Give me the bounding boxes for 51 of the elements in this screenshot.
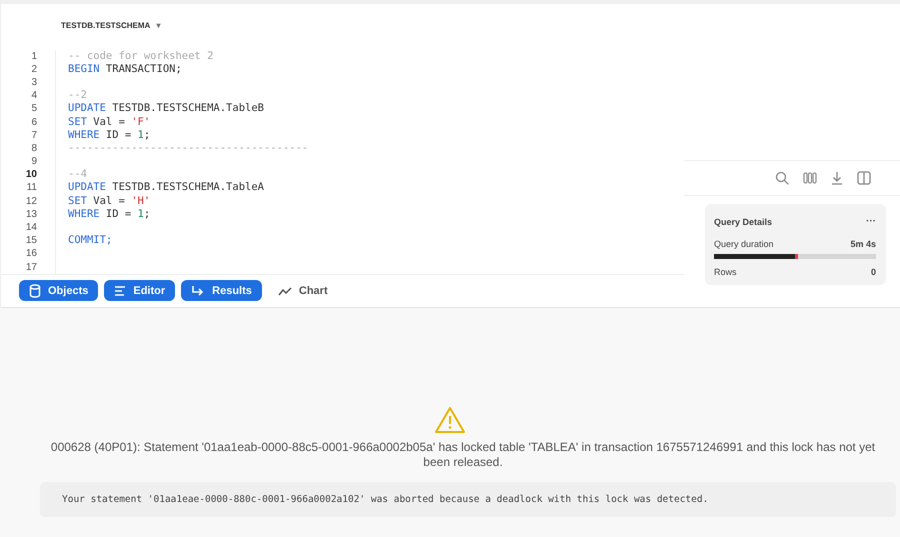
pane-toggle-button[interactable]: Objects bbox=[19, 280, 98, 302]
code-line: WHERE ID = 1; bbox=[68, 208, 150, 222]
code-line: -- code for worksheet 2 bbox=[68, 50, 214, 63]
line-number: 9 bbox=[1, 155, 56, 168]
error-detail: Your statement '01aa1eae-0000-880c-0001-966a0002a102' was aborted because a deadlock with this lock was detected. bbox=[40, 482, 896, 517]
line-number: 14 bbox=[1, 221, 56, 234]
pane-toggle-button[interactable]: Editor bbox=[104, 280, 176, 302]
code-line: -------------------------------------- bbox=[68, 142, 308, 156]
card-title: Query Details bbox=[714, 216, 772, 226]
code-line: WHERE ID = 1; bbox=[68, 128, 150, 142]
line-number: 5 bbox=[1, 102, 56, 116]
line-number: 4 bbox=[1, 89, 56, 102]
schema-selector[interactable]: TESTDB.TESTSCHEMA ▾ bbox=[61, 20, 160, 30]
search-icon bbox=[775, 171, 789, 185]
line-chart-icon bbox=[278, 286, 292, 296]
pane-toggle-button[interactable]: Chart bbox=[268, 280, 338, 302]
stat-label: Query duration bbox=[714, 239, 774, 249]
line-number: 8 bbox=[1, 142, 56, 156]
line-number: 10 bbox=[1, 168, 56, 182]
line-number: 2 bbox=[1, 62, 56, 76]
columns-icon bbox=[803, 172, 817, 184]
code-line: UPDATE TESTDB.TESTSCHEMA.TableA bbox=[68, 181, 264, 195]
line-number: 3 bbox=[1, 76, 56, 90]
line-number: 1 bbox=[1, 50, 56, 63]
warning-icon bbox=[434, 406, 466, 434]
line-number: 15 bbox=[1, 234, 56, 248]
error-message: 000628 (40P01): Statement '01aa1eab-0000-88c5-0001-966a0002b05a' has locked table 'TABLEA' in transaction 1675571246991 and this lock has not yet been released. bbox=[50, 440, 876, 470]
lines-icon bbox=[114, 284, 126, 297]
pane-toggle-button[interactable]: Results bbox=[181, 280, 262, 302]
code-line: SET Val = 'F' bbox=[68, 116, 150, 129]
database-icon bbox=[29, 284, 41, 298]
download-icon bbox=[831, 171, 843, 185]
stat-value: 0 bbox=[870, 267, 876, 277]
stat-label: Rows bbox=[714, 267, 737, 277]
more-button[interactable]: ··· bbox=[866, 216, 876, 227]
code-line: COMMIT; bbox=[68, 234, 112, 248]
code-line: UPDATE TESTDB.TESTSCHEMA.TableB bbox=[68, 102, 264, 116]
turn-arrow-icon bbox=[191, 284, 206, 297]
line-number: 13 bbox=[1, 208, 56, 222]
line-number: 12 bbox=[1, 194, 56, 208]
code-line: SET Val = 'H' bbox=[68, 194, 150, 208]
line-number: 11 bbox=[1, 181, 56, 195]
code-line: --2 bbox=[68, 89, 87, 102]
code-line: BEGIN TRANSACTION; bbox=[68, 62, 182, 76]
stat-value: 5m 4s bbox=[850, 239, 876, 249]
line-number: 17 bbox=[1, 260, 56, 274]
line-number: 7 bbox=[1, 128, 56, 142]
split-view-icon bbox=[857, 171, 871, 185]
line-number: 16 bbox=[1, 247, 56, 261]
line-number: 6 bbox=[1, 116, 56, 129]
code-line: --4 bbox=[68, 168, 87, 182]
